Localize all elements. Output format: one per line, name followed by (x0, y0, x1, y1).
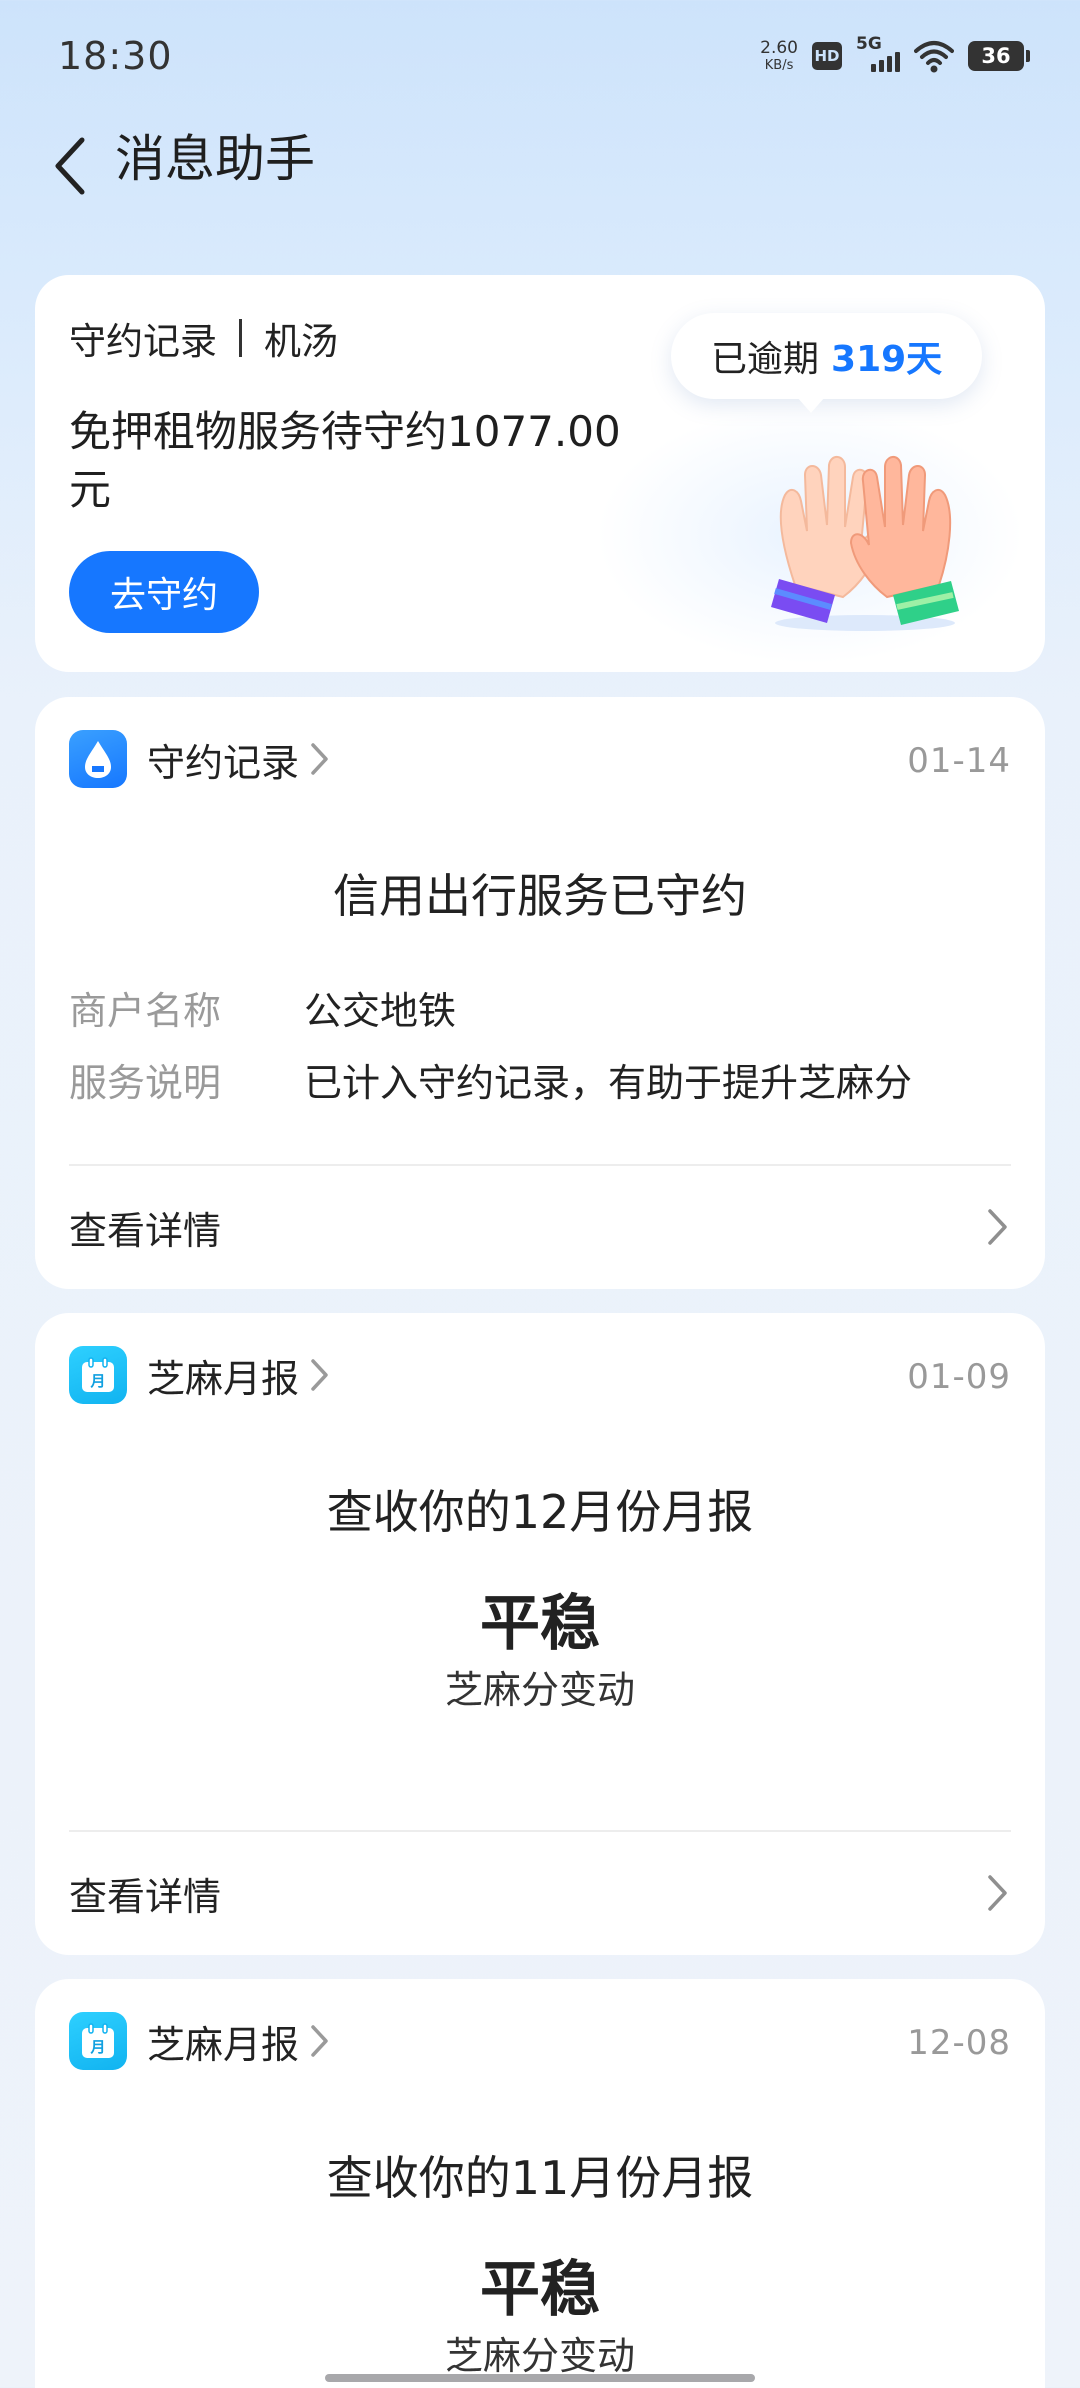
view-details-row[interactable]: 查看详情 (69, 1187, 1011, 1267)
cellular-signal-icon: 5G (856, 34, 900, 74)
calendar-month-icon: 月 (69, 2012, 127, 2070)
status-icons: 2.60 KB/s HD 5G 36 (760, 34, 1030, 76)
message-date: 01-09 (907, 1357, 1011, 1397)
status-time: 18:30 (58, 34, 173, 78)
score-change-status: 平稳 (480, 1589, 600, 1659)
chevron-right-icon (988, 1209, 1007, 1245)
message-source: 守约记录 (147, 740, 300, 785)
message-source: 芝麻月报 (147, 1356, 300, 1401)
summary-tag-merchant: 机汤 (264, 320, 338, 363)
message-source-link[interactable]: 月 芝麻月报 (69, 2011, 331, 2071)
wifi-icon (914, 41, 954, 73)
high-five-hands-icon (771, 456, 959, 631)
network-type-label: 5G (856, 34, 882, 54)
view-details-label: 查看详情 (69, 1208, 222, 1253)
summary-description: 免押租物服务待守约1077.00元 (69, 407, 621, 514)
message-card[interactable]: 月 芝麻月报 01-09 查收你的12月份月报 平稳 芝麻分变动 查看详情 (35, 1313, 1045, 1955)
calendar-month-icon: 月 (69, 1346, 127, 1404)
calendar-icon-text: 月 (89, 2038, 105, 2056)
view-details-label: 查看详情 (69, 1874, 222, 1919)
chevron-right-icon (988, 1875, 1007, 1911)
back-arrow-icon (55, 137, 85, 195)
message-date: 01-14 (907, 741, 1011, 781)
message-source-link[interactable]: 守约记录 (69, 729, 331, 789)
field-value: 公交地铁 (304, 989, 457, 1033)
overdue-days: 319天 (831, 339, 943, 380)
status-bar: 18:30 2.60 KB/s HD 5G 36 (0, 0, 1080, 118)
message-card[interactable]: 月 芝麻月报 12-08 查收你的11月份月报 平稳 芝麻分变动 (35, 1979, 1045, 2388)
network-speed-value: 2.60 (760, 38, 798, 58)
network-speed: 2.60 KB/s (760, 38, 798, 73)
score-change-status: 平稳 (480, 2255, 600, 2325)
field-row-merchant: 商户名称 公交地铁 (69, 987, 456, 1036)
field-value: 已计入守约记录，有助于提升芝麻分 (304, 1061, 913, 1105)
field-label: 服务说明 (69, 1061, 222, 1105)
fulfill-button[interactable]: 去守约 (69, 551, 259, 633)
page-title: 消息助手 (115, 130, 315, 188)
chevron-right-icon (311, 2025, 328, 2057)
message-source-link[interactable]: 月 芝麻月报 (69, 1345, 331, 1405)
tag-separator (239, 319, 242, 357)
message-source: 芝麻月报 (147, 2022, 300, 2067)
page-header: 消息助手 (0, 118, 1080, 238)
overdue-label: 已逾期 (711, 339, 820, 380)
divider (69, 1164, 1011, 1166)
chevron-right-icon (311, 1359, 328, 1391)
overdue-summary-card[interactable]: 守约记录 机汤 免押租物服务待守约1077.00元 去守约 已逾期 319天 (35, 275, 1045, 672)
view-details-row[interactable]: 查看详情 (69, 1853, 1011, 1933)
summary-tag: 守约记录 机汤 (69, 311, 338, 365)
field-row-description: 服务说明 已计入守约记录，有助于提升芝麻分 (69, 1059, 912, 1108)
message-title: 查收你的11月份月报 (326, 2151, 754, 2205)
overdue-bubble: 已逾期 319天 (671, 313, 983, 413)
score-change-label: 芝麻分变动 (444, 1668, 635, 1712)
message-date: 12-08 (907, 2023, 1011, 2063)
home-indicator[interactable] (325, 2374, 755, 2382)
back-button[interactable] (30, 126, 110, 206)
network-speed-unit: KB/s (764, 58, 794, 73)
message-title: 信用出行服务已守约 (333, 869, 747, 923)
field-label: 商户名称 (69, 989, 222, 1033)
message-card[interactable]: 守约记录 01-14 信用出行服务已守约 商户名称 公交地铁 服务说明 已计入守… (35, 697, 1045, 1289)
message-title: 查收你的12月份月报 (326, 1485, 754, 1539)
divider (69, 1830, 1011, 1832)
battery-icon: 36 (968, 41, 1030, 71)
score-change-label: 芝麻分变动 (444, 2334, 635, 2378)
zhima-drop-icon (69, 730, 127, 788)
calendar-icon-text: 月 (89, 1372, 105, 1390)
summary-tag-category: 守约记录 (69, 320, 217, 363)
hd-icon: HD (812, 42, 842, 70)
chevron-right-icon (311, 743, 328, 775)
